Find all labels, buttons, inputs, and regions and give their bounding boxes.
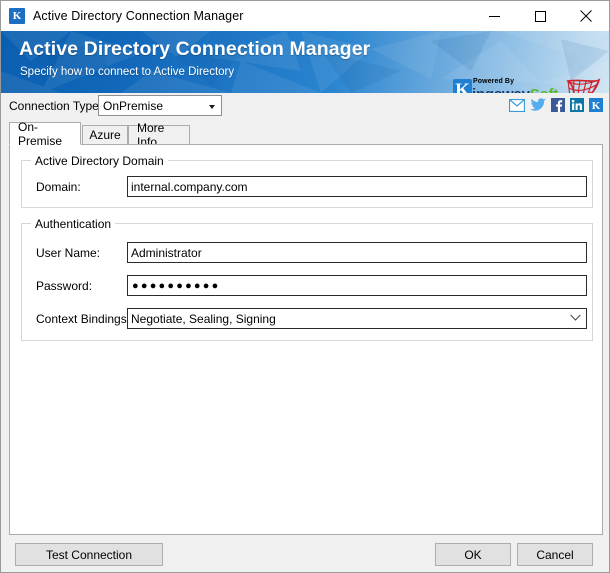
tab-azure-label: Azure	[89, 128, 121, 142]
linkedin-icon[interactable]	[570, 98, 584, 112]
active-directory-domain-group-title: Active Directory Domain	[31, 154, 168, 168]
window-title: Active Directory Connection Manager	[33, 9, 244, 23]
password-input-value: ●●●●●●●●●●	[132, 280, 221, 292]
connection-type-select[interactable]: OnPremise	[98, 95, 222, 116]
chevron-down-icon	[209, 105, 215, 109]
kingswaysoft-wordmark: ingswaySoft	[472, 86, 558, 93]
context-bindings-select[interactable]: Negotiate, Sealing, Signing	[127, 308, 587, 329]
social-links: K	[509, 98, 603, 112]
close-button[interactable]	[563, 1, 609, 31]
user-name-input[interactable]: Administrator	[127, 242, 587, 263]
active-directory-connection-manager-window: K Active Directory Connection Manager Ac…	[0, 0, 610, 573]
kingswaysoft-powered-by: Powered By	[473, 78, 515, 85]
title-bar: K Active Directory Connection Manager	[1, 1, 609, 31]
user-name-label: User Name:	[36, 246, 101, 260]
header-banner: Active Directory Connection Manager Spec…	[1, 31, 609, 93]
authentication-group-title: Authentication	[31, 217, 116, 231]
domain-input[interactable]: internal.company.com	[127, 176, 587, 197]
dialog-button-bar: Test Connection OK Cancel	[1, 535, 609, 572]
active-directory-domain-group: Active Directory Domain Domain: internal…	[21, 154, 593, 208]
kingswaysoft-k-icon: K	[9, 8, 25, 24]
user-name-input-value: Administrator	[131, 246, 202, 260]
kingswaysoft-logo: K Powered By ingswaySoft	[453, 78, 558, 93]
tab-azure[interactable]: Azure	[82, 125, 128, 144]
domain-input-value: internal.company.com	[131, 180, 248, 194]
context-bindings-label: Context Bindings:	[36, 312, 131, 326]
banner-subtitle: Specify how to connect to Active Directo…	[20, 66, 235, 78]
email-icon[interactable]	[509, 98, 525, 112]
on-premise-tab-panel: Active Directory Domain Domain: internal…	[9, 144, 603, 535]
ok-button[interactable]: OK	[435, 543, 511, 566]
domain-label: Domain:	[36, 180, 81, 194]
password-label: Password:	[36, 279, 93, 293]
chevron-down-icon	[570, 314, 581, 321]
cancel-button[interactable]: Cancel	[517, 543, 593, 566]
kingswaysoft-wordmark-part1: ingsway	[472, 86, 530, 93]
maximize-button[interactable]	[517, 1, 563, 31]
authentication-group: Authentication User Name: Administrator …	[21, 217, 593, 341]
tab-on-premise-label: On-Premise	[18, 119, 63, 148]
kingswaysoft-wordmark-part2: Soft	[530, 86, 559, 93]
facebook-icon[interactable]	[551, 98, 565, 112]
ssis-swoosh-icon	[566, 78, 601, 93]
twitter-icon[interactable]	[530, 98, 546, 112]
window-controls	[471, 1, 609, 31]
connection-type-value: OnPremise	[103, 99, 164, 113]
svg-text:K: K	[592, 100, 601, 112]
banner-title: Active Directory Connection Manager	[19, 38, 371, 60]
password-input[interactable]: ●●●●●●●●●●	[127, 275, 587, 296]
context-bindings-value: Negotiate, Sealing, Signing	[131, 312, 276, 326]
kingswaysoft-icon[interactable]: K	[589, 98, 603, 112]
test-connection-button[interactable]: Test Connection	[15, 543, 163, 566]
tab-on-premise[interactable]: On-Premise	[9, 119, 81, 148]
connection-type-label: Connection Type:	[9, 99, 103, 113]
kingswaysoft-logo-k: K	[453, 79, 472, 93]
tab-strip: On-Premise Azure More Info	[9, 119, 603, 149]
minimize-button[interactable]	[471, 1, 517, 31]
tab-more-info[interactable]: More Info	[128, 121, 190, 149]
